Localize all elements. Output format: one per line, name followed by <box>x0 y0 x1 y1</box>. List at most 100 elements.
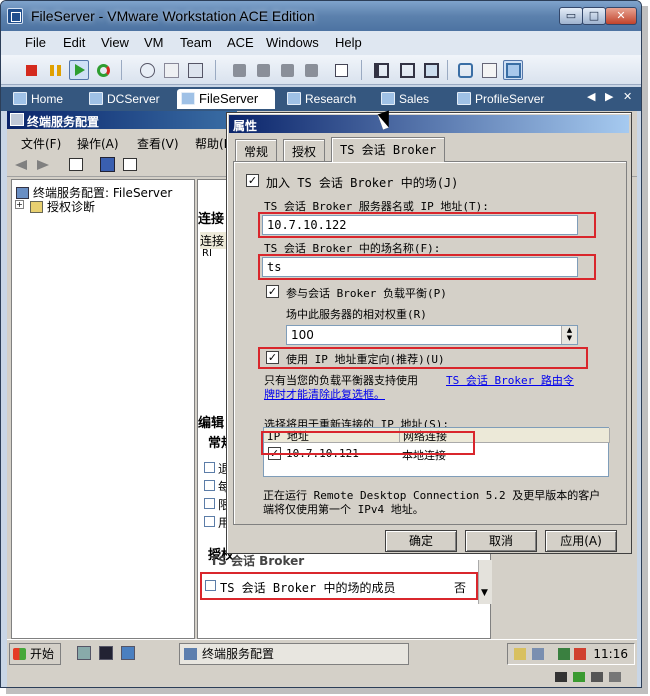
tab-scroll-left-button[interactable]: ◀ <box>587 90 595 103</box>
taskbar-item-ts-config[interactable]: 终端服务配置 <box>179 643 409 665</box>
team-button-4[interactable] <box>301 60 321 80</box>
tab-licensing[interactable]: 授权 <box>283 139 326 161</box>
tab-profileserver[interactable]: ProfileServer <box>453 89 569 109</box>
load-balance-label[interactable]: 参与会话 Broker 负载平衡(P) <box>286 285 447 301</box>
power-off-button[interactable] <box>21 60 41 80</box>
reset-button[interactable] <box>93 60 113 80</box>
ip-redirect-checkbox[interactable]: ✓ <box>266 351 279 364</box>
tree-expander[interactable]: + <box>15 200 24 209</box>
tab-fileserver[interactable]: FileServer <box>177 89 275 109</box>
dialog-titlebar[interactable]: 属性 <box>229 115 629 133</box>
power-on-button[interactable] <box>69 60 89 80</box>
mmc-app-icon <box>10 113 24 126</box>
command-prompt-icon[interactable] <box>99 646 113 660</box>
status-device-icon[interactable] <box>573 672 585 682</box>
tab-general[interactable]: 常规 <box>235 139 278 161</box>
menu-edit[interactable]: Edit <box>63 35 85 50</box>
show-hide-tree-button[interactable] <box>67 156 85 174</box>
menu-windows[interactable]: Windows <box>266 35 319 50</box>
console-view-button[interactable] <box>503 60 523 80</box>
menu-file[interactable]: File <box>25 35 46 50</box>
relative-weight-input[interactable]: 100 ▲ ▼ <box>286 325 578 345</box>
tab-dcserver[interactable]: DCServer <box>85 89 169 109</box>
maximize-button[interactable]: □ <box>582 7 606 25</box>
load-balance-checkbox[interactable]: ✓ <box>266 285 279 298</box>
team-button-2[interactable] <box>253 60 273 80</box>
forward-button[interactable] <box>35 156 53 174</box>
tab-close-button[interactable]: ✕ <box>623 90 632 103</box>
summary-button[interactable] <box>479 60 499 80</box>
mmc-titlebar[interactable]: 终端服务配置 <box>7 111 237 129</box>
ok-button[interactable]: 确定 <box>385 530 457 552</box>
quick-switch-button[interactable] <box>397 60 417 80</box>
farm-member-row[interactable]: TS 会话 Broker 中的场的成员 否 <box>200 572 478 600</box>
mmc-menu-action[interactable]: 操作(A) <box>77 135 119 152</box>
vmware-tools-icon[interactable] <box>558 648 570 660</box>
tab-home[interactable]: Home <box>9 89 73 109</box>
footnote-line-2: 端将仅使用第一个 IPv4 地址。 <box>263 503 424 516</box>
window-titlebar[interactable]: FileServer - VMware Workstation ACE Edit… <box>1 1 641 31</box>
status-device-icon[interactable] <box>591 672 603 682</box>
tray-icon[interactable] <box>514 648 526 660</box>
vm-icon <box>181 92 195 105</box>
revert-snapshot-button[interactable] <box>161 60 181 80</box>
show-desktop-icon[interactable] <box>121 646 135 660</box>
tab-sales[interactable]: Sales <box>377 89 437 109</box>
join-farm-checkbox[interactable]: ✓ <box>246 174 259 187</box>
farm-member-value: 否 <box>454 581 467 595</box>
network-icon[interactable] <box>532 648 544 660</box>
connection-item[interactable]: RI <box>202 248 212 259</box>
full-screen-button[interactable] <box>421 60 441 80</box>
server-name-input[interactable]: 10.7.10.122 <box>262 215 578 235</box>
broker-token-link[interactable]: TS 会话 Broker 路由令 <box>446 372 574 388</box>
status-device-icon[interactable] <box>609 672 621 682</box>
help-button[interactable] <box>99 156 117 174</box>
start-button[interactable]: 开始 <box>9 643 61 665</box>
mmc-menu-view[interactable]: 查看(V) <box>137 135 179 152</box>
minimize-button[interactable]: ▭ <box>559 7 583 25</box>
weight-spinner[interactable]: ▲ ▼ <box>561 326 577 344</box>
sidebar-toggle-button[interactable] <box>371 60 391 80</box>
menu-view[interactable]: View <box>101 35 129 50</box>
tab-research[interactable]: Research <box>283 89 371 109</box>
suspend-button[interactable] <box>45 60 65 80</box>
snapshot-manager-button[interactable] <box>185 60 205 80</box>
console-tree[interactable]: 终端服务配置: FileServer + 授权诊断 <box>11 179 195 639</box>
details-scrollbar[interactable]: ▼ <box>478 560 492 604</box>
start-label: 开始 <box>30 647 55 661</box>
connections-column[interactable]: 连接 <box>200 232 228 249</box>
server-manager-icon[interactable] <box>77 646 91 660</box>
back-button[interactable] <box>13 156 31 174</box>
ip-redirect-label[interactable]: 使用 IP 地址重定向(推荐)(U) <box>286 351 445 367</box>
tab-ts-session-broker[interactable]: TS 会话 Broker <box>331 137 446 162</box>
menu-team[interactable]: Team <box>180 35 212 50</box>
tree-license-diagnosis-item[interactable]: 授权诊断 <box>30 198 95 215</box>
toolbar-separator <box>447 60 448 80</box>
team-button-3[interactable] <box>277 60 297 80</box>
menu-ace[interactable]: ACE <box>227 35 254 50</box>
broker-token-link-continued[interactable]: 牌时才能清除此复选框。 <box>264 386 385 402</box>
system-tray: 11:16 <box>507 643 635 665</box>
tab-scroll-right-button[interactable]: ▶ <box>605 90 613 103</box>
menu-help[interactable]: Help <box>335 35 362 50</box>
cancel-button[interactable]: 取消 <box>465 530 537 552</box>
console-tree-button[interactable] <box>121 156 139 174</box>
spin-down-icon[interactable]: ▼ <box>562 334 577 342</box>
status-device-icon[interactable] <box>555 672 567 682</box>
dialog-title: 属性 <box>233 119 258 133</box>
join-farm-label[interactable]: 加入 TS 会话 Broker 中的场(J) <box>266 174 458 191</box>
spin-up-icon[interactable]: ▲ <box>562 326 577 334</box>
scroll-down-icon[interactable]: ▼ <box>481 588 488 598</box>
apply-button[interactable]: 应用(A) <box>545 530 617 552</box>
security-icon[interactable] <box>574 648 586 660</box>
console-button[interactable] <box>331 60 351 80</box>
unity-button[interactable] <box>455 60 475 80</box>
menu-vm[interactable]: VM <box>144 35 164 50</box>
window-title: FileServer - VMware Workstation ACE Edit… <box>31 8 315 24</box>
mmc-title: 终端服务配置 <box>27 115 100 129</box>
farm-name-input[interactable]: ts <box>262 257 578 277</box>
mmc-menu-file[interactable]: 文件(F) <box>21 135 61 152</box>
team-button-1[interactable] <box>229 60 249 80</box>
snapshot-button[interactable] <box>137 60 157 80</box>
close-button[interactable]: ✕ <box>605 7 637 25</box>
